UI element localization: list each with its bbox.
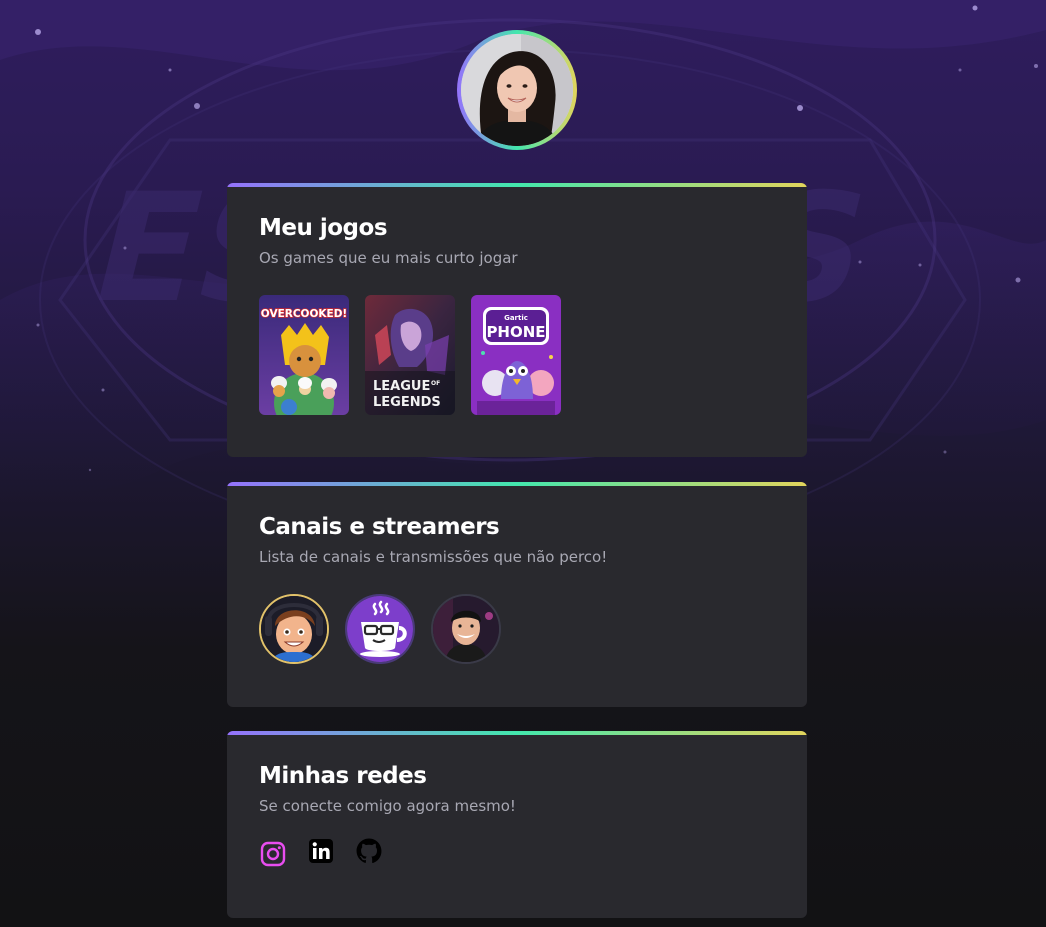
games-card: Meu jogos Os games que eu mais curto jog… [227,183,807,457]
social-title: Minhas redes [259,763,427,789]
lol-title-of: OF [431,380,440,387]
profile-avatar [457,30,577,150]
linkedin-icon [309,839,333,863]
linkedin-link[interactable] [307,837,335,865]
streamer-1[interactable] [259,594,329,664]
github-icon [356,838,382,864]
streamers-subtitle: Lista de canais e transmissões que não p… [259,548,608,566]
gartic-phone-cover-icon: Gartic PHONE [471,295,561,415]
gartic-title-text: PHONE [486,323,545,341]
streamers-list [259,594,775,664]
game-overcooked[interactable]: OVERCOOKED! [259,295,349,415]
social-card: Minhas redes Se conecte comigo agora mes… [227,731,807,918]
lol-title-line1: LEAGUE [373,379,430,394]
streamer-photo-avatar-icon [433,596,499,662]
games-subtitle: Os games que eu mais curto jogar [259,249,518,267]
cartoon-streamer-avatar-icon [261,596,327,662]
games-list: OVERCOOKED! LEAGUE OF LEGENDS Gartic PHO… [259,295,775,415]
social-subtitle: Se conecte comigo agora mesmo! [259,797,516,815]
instagram-link[interactable] [259,840,287,868]
coffee-glasses-avatar-icon [347,596,413,662]
instagram-icon [260,841,286,867]
gartic-top-text: Gartic [504,314,528,322]
streamer-3[interactable] [431,594,501,664]
overcooked-cover-icon: OVERCOOKED! [259,295,349,415]
github-link[interactable] [355,837,383,865]
social-links [259,837,775,868]
streamers-card: Canais e streamers Lista de canais e tra… [227,482,807,707]
streamers-title: Canais e streamers [259,514,500,540]
game-gartic-phone[interactable]: Gartic PHONE [471,295,561,415]
games-title: Meu jogos [259,215,388,241]
game-league-of-legends[interactable]: LEAGUE OF LEGENDS [365,295,455,415]
profile-photo [461,34,573,146]
overcooked-title-text: OVERCOOKED! [261,308,347,320]
lol-title-line2: LEGENDS [373,395,441,410]
streamer-2[interactable] [345,594,415,664]
league-of-legends-cover-icon: LEAGUE OF LEGENDS [365,295,455,415]
